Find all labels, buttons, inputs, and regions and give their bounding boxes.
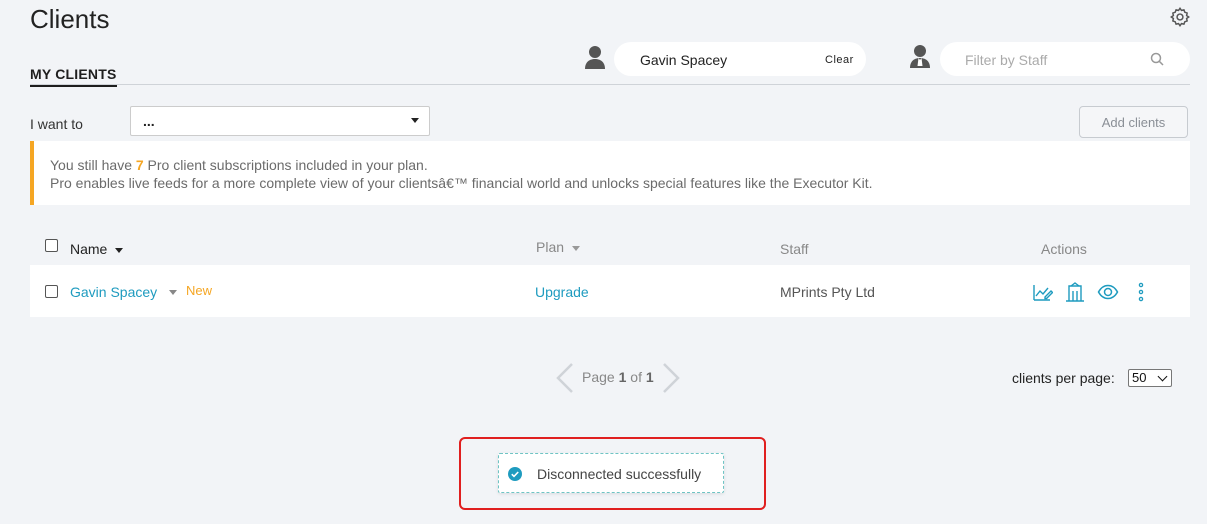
staff-filter-input[interactable]: Filter by Staff [940,42,1190,76]
staff-person-icon [910,45,930,68]
more-vertical-icon[interactable] [1130,281,1152,303]
per-page-value: 50 [1132,370,1147,385]
banner-line-1: You still have 7 Pro client subscription… [50,157,428,173]
sort-down-icon [115,247,124,253]
staff-name: MPrints Pty Ltd [780,284,875,300]
column-header-staff: Staff [780,241,809,257]
search-icon[interactable] [1150,52,1164,66]
chevron-down-icon [411,118,419,123]
toast-message: Disconnected successfully [537,466,702,482]
tab-divider [30,84,1190,85]
edit-chart-icon[interactable] [1031,281,1053,303]
upgrade-link[interactable]: Upgrade [535,284,589,300]
column-header-name[interactable]: Name [70,241,124,257]
client-filter-value: Gavin Spacey [640,52,728,68]
subscription-count: 7 [135,157,144,173]
client-filter[interactable]: Gavin Spacey Clear [614,42,866,76]
sort-down-icon [571,245,580,251]
select-all-checkbox[interactable] [45,239,58,252]
per-page-label: clients per page: [1012,370,1115,386]
chevron-right-icon[interactable] [661,362,681,394]
pagination-label: Page 1 of 1 [582,369,654,385]
column-header-plan[interactable]: Plan [536,239,580,255]
toast-notification: Disconnected successfully [498,453,724,493]
chevron-left-icon[interactable] [555,362,575,394]
clear-button[interactable]: Clear [825,54,854,66]
new-badge: New [186,283,213,298]
tab-my-clients[interactable]: MY CLIENTS [30,66,117,87]
chevron-down-icon [1157,371,1168,382]
client-name-link[interactable]: Gavin Spacey [70,284,157,300]
per-page-select[interactable]: 50 [1128,369,1172,387]
banner-line-2: Pro enables live feeds for a more comple… [50,175,873,191]
page-title: Clients [30,4,110,34]
eye-icon[interactable] [1097,281,1119,303]
staff-filter-placeholder: Filter by Staff [965,52,1048,68]
check-circle-icon [508,467,522,481]
action-select[interactable]: ... [130,106,430,136]
action-label: I want to [30,116,83,132]
gear-icon[interactable] [1169,6,1191,28]
total-pages: 1 [645,369,654,385]
pro-subscription-banner: You still have 7 Pro client subscription… [30,141,1190,205]
action-select-value: ... [143,113,155,129]
person-icon [585,46,605,69]
chevron-down-icon[interactable] [169,290,177,295]
row-checkbox[interactable] [45,285,58,298]
add-clients-button[interactable]: Add clients [1079,106,1188,138]
building-icon[interactable] [1064,281,1086,303]
column-header-actions: Actions [1041,241,1087,257]
table-row: Gavin Spacey New Upgrade MPrints Pty Ltd [30,265,1190,317]
